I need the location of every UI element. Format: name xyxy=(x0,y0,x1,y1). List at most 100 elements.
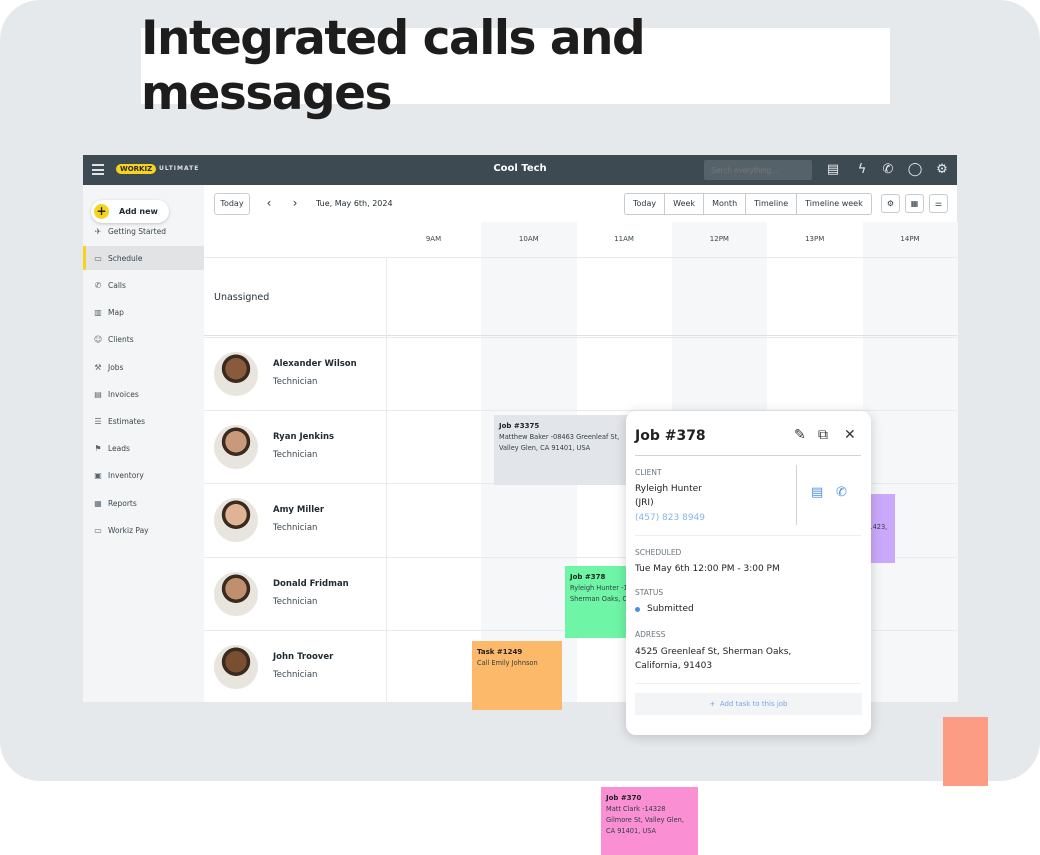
sidebar-item-label: Calls xyxy=(108,280,126,290)
store-icon[interactable]: ▤ xyxy=(825,162,841,178)
inventory-icon: ▣ xyxy=(94,471,102,481)
schedule-event[interactable]: Job #3375 Matthew Baker -08463 Greenleaf … xyxy=(494,415,636,485)
technician-role: Technician xyxy=(273,450,318,461)
address-label: ADRESS xyxy=(635,630,666,639)
technician-row[interactable]: Donald Fridman Technician xyxy=(204,557,386,630)
edit-icon[interactable]: ✎ xyxy=(794,427,806,443)
plus-icon: + xyxy=(94,204,109,219)
search-input[interactable] xyxy=(704,160,812,180)
open-external-icon[interactable]: ⧉ xyxy=(818,427,828,443)
hour-label: 10AM xyxy=(518,235,539,243)
sidebar-item-label: Getting Started xyxy=(108,226,166,236)
job-popup: Job #378 ✎ ⧉ ✕ CLIENT Ryleigh Hunter (JR… xyxy=(626,411,871,735)
view-switcher: Today Week Month Timeline Timeline week xyxy=(624,193,872,215)
view-week[interactable]: Week xyxy=(665,194,705,214)
row-divider xyxy=(204,335,957,336)
filter-icon[interactable]: ⚌ xyxy=(929,194,948,213)
technician-row[interactable]: Alexander Wilson Technician xyxy=(204,337,386,410)
view-timeline-week[interactable]: Timeline week xyxy=(797,194,871,214)
calendar-icon[interactable]: ▦ xyxy=(905,194,924,213)
avatar xyxy=(214,498,258,543)
message-icon[interactable]: ▤ xyxy=(811,485,823,500)
sidebar: + Add new ✈ Getting Started ▭ Schedule ✆ Calls… xyxy=(83,185,204,702)
sidebar-item-calls[interactable]: ✆ Calls xyxy=(83,273,204,297)
technician-row[interactable]: John Troover Technician xyxy=(204,630,386,703)
sidebar-item-label: Jobs xyxy=(108,362,124,372)
column-divider xyxy=(386,257,387,702)
add-new-label: Add new xyxy=(119,207,158,216)
clients-icon: ☺ xyxy=(93,335,103,345)
sidebar-item-map[interactable]: ▥ Map xyxy=(83,301,204,325)
event-title: Task #1249 xyxy=(477,648,523,656)
unassigned-label: Unassigned xyxy=(214,292,270,303)
technician-role: Technician xyxy=(273,596,318,607)
schedule-event[interactable]: Task #1249 Call Emily Johnson xyxy=(472,641,562,710)
scheduled-value: Tue May 6th 12:00 PM - 3:00 PM xyxy=(635,564,780,574)
estimate-icon: ☰ xyxy=(94,416,102,426)
address-line2: California, 91403 xyxy=(635,661,713,671)
technician-row[interactable]: Amy Miller Technician xyxy=(204,483,386,556)
wrench-icon: ⚒ xyxy=(94,362,102,372)
event-title: Job #370 xyxy=(606,794,642,802)
sidebar-item-jobs[interactable]: ⚒ Jobs xyxy=(83,355,204,379)
technician-role: Technician xyxy=(273,523,318,534)
card-icon: ▭ xyxy=(94,525,102,535)
lightning-icon[interactable]: ϟ xyxy=(854,162,870,178)
chat-icon[interactable]: ◯ xyxy=(907,162,923,178)
technician-name: John Troover xyxy=(273,651,334,662)
technician-role: Technician xyxy=(273,669,318,680)
sidebar-item-clients[interactable]: ☺ Clients xyxy=(83,328,204,352)
prev-icon[interactable]: ‹ xyxy=(260,193,278,215)
sidebar-item-estimates[interactable]: ☰ Estimates xyxy=(83,409,204,433)
client-label: CLIENT xyxy=(635,468,662,477)
avatar xyxy=(214,425,258,470)
sidebar-item-reports[interactable]: ▦ Reports xyxy=(83,491,204,515)
view-timeline[interactable]: Timeline xyxy=(746,194,798,214)
sidebar-item-label: Invoices xyxy=(108,389,139,399)
sidebar-item-label: Clients xyxy=(108,335,134,345)
next-icon[interactable]: › xyxy=(286,193,304,215)
gear-icon[interactable]: ⚙ xyxy=(934,162,950,178)
scheduled-label: SCHEDULED xyxy=(635,548,682,557)
technician-row[interactable]: Ryan Jenkins Technician xyxy=(204,410,386,483)
client-name: Ryleigh Hunter xyxy=(635,484,702,494)
sidebar-item-schedule[interactable]: ▭ Schedule xyxy=(83,246,204,271)
avatar xyxy=(214,571,258,616)
add-task-button[interactable]: + Add task to this job xyxy=(635,693,862,715)
schedule-event[interactable] xyxy=(943,717,988,786)
divider xyxy=(796,465,797,525)
call-icon[interactable]: ✆ xyxy=(836,485,847,500)
phone-icon[interactable]: ✆ xyxy=(880,162,896,178)
sidebar-item-label: Map xyxy=(108,308,124,318)
divider xyxy=(635,535,861,536)
divider xyxy=(635,455,861,456)
client-code: (JRI) xyxy=(635,498,654,508)
rocket-icon: ✈ xyxy=(94,226,102,236)
view-today[interactable]: Today xyxy=(625,194,666,214)
sidebar-item-label: Inventory xyxy=(108,471,144,481)
current-date: Tue, May 6th, 2024 xyxy=(316,199,393,208)
today-button[interactable]: Today xyxy=(214,193,250,215)
close-icon[interactable]: ✕ xyxy=(844,427,856,443)
address-line1: 4525 Greenleaf St, Sherman Oaks, xyxy=(635,647,792,657)
popup-title: Job #378 xyxy=(635,428,706,444)
add-task-label: Add task to this job xyxy=(719,700,788,708)
sidebar-item-invoices[interactable]: ▤ Invoices xyxy=(83,382,204,406)
settings-icon[interactable]: ⚙ xyxy=(881,194,900,213)
sidebar-item-getting-started[interactable]: ✈ Getting Started xyxy=(83,219,204,243)
event-title: Job #3375 xyxy=(499,422,540,430)
avatar xyxy=(214,644,258,689)
hour-label: 11AM xyxy=(614,235,634,243)
sidebar-item-inventory[interactable]: ▣ Inventory xyxy=(83,464,204,488)
leads-icon: ⚑ xyxy=(94,444,102,454)
sidebar-item-label: Reports xyxy=(108,498,137,508)
schedule-event[interactable]: Job #370 Matt Clark -14328 Gilmore St, Va… xyxy=(601,787,698,855)
sidebar-item-workiz-pay[interactable]: ▭ Workiz Pay xyxy=(83,518,204,542)
view-month[interactable]: Month xyxy=(704,194,747,214)
hour-label: 14PM xyxy=(900,235,920,243)
sidebar-item-leads[interactable]: ⚑ Leads xyxy=(83,437,204,461)
client-phone[interactable]: (457) 823 8949 xyxy=(635,511,705,526)
hour-label: 13PM xyxy=(805,235,825,243)
hour-label: 9AM xyxy=(425,235,442,243)
app-window: WORKIZ ULTIMATE Cool Tech ▤ ϟ ✆ ◯ ⚙ + Add… xyxy=(83,155,988,855)
